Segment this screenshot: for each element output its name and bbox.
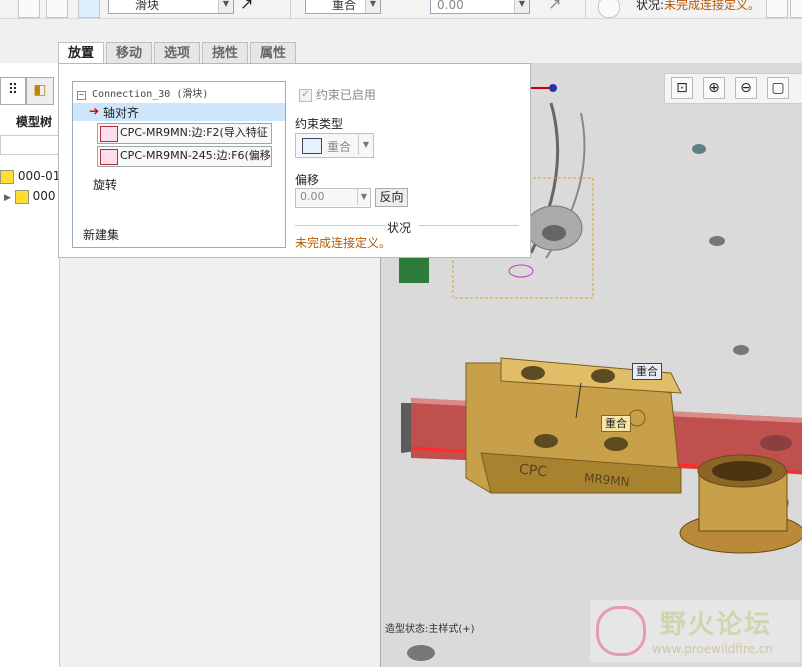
copy-icon[interactable] [46,0,68,18]
zoom-out-icon[interactable]: ⊖ [735,77,757,99]
constraint-type-select[interactable]: 重合 ▼ [305,0,381,14]
model-tree-panel: ⠿ ◧ 模型树 000-01 ▶ 000 [0,63,60,667]
component-type-select[interactable]: 滑块 ▼ [108,0,234,14]
constraint-enabled-checkbox[interactable]: ✓ 约束已启用 [299,86,376,103]
layers-icon[interactable]: ◧ [26,77,54,105]
toolbar-status: 状况:未完成连接定义。 [636,0,761,12]
tab-flexibility[interactable]: 挠性 [202,42,248,63]
tree-item-root[interactable]: 000-01 [0,169,60,185]
checkmark-icon: ✓ [299,89,312,102]
constraint-type-dropdown[interactable]: 重合 ▼ [295,133,374,158]
constraint-set-list: − Connection_30 (滑块) ➔ 轴对齐 CPC-MR9MN:边:F… [72,81,286,248]
chevron-down-icon: ▼ [514,0,529,13]
pause-icon[interactable] [766,0,788,18]
offset-label: 偏移 [295,173,320,187]
watermark-logo-icon [596,606,646,656]
offset-input[interactable]: 0.00 ▼ [430,0,530,14]
new-set-link[interactable]: 新建集 [83,226,119,243]
chevron-down-icon: ▼ [358,134,373,155]
play-icon[interactable] [78,0,100,18]
chevron-down-icon: ▼ [365,0,380,13]
reference-2[interactable]: CPC-MR9MN-245:边:F6(偏移 [97,146,272,167]
edge-reference-icon [100,149,118,165]
constraint-type-label: 约束类型 [295,117,344,131]
arrow-right-icon: ➔ [89,104,100,118]
edge-reference-icon [100,126,118,142]
connection-node[interactable]: − Connection_30 (滑块) [77,85,208,100]
offset-field[interactable]: 0.00 ▼ [295,188,371,208]
part-icon [14,189,29,204]
placement-panel: − Connection_30 (滑块) ➔ 轴对齐 CPC-MR9MN:边:F… [58,63,531,258]
divider [419,225,519,226]
watermark: 野火论坛 www.proewildfire.cn [590,600,800,662]
toolbar-divider [290,0,291,18]
tab-options[interactable]: 选项 [154,42,200,63]
zoom-in-icon[interactable]: ⊕ [703,77,725,99]
flip-button[interactable]: 反向 [375,188,408,207]
chevron-down-icon: ▼ [218,0,233,13]
view-toolbar: ⊡ ⊕ ⊖ ▢ [664,73,802,104]
crosshair-icon[interactable] [598,0,620,18]
tree-tab-icon[interactable]: ⠿ [0,77,26,105]
axis-align-row[interactable]: ➔ 轴对齐 [73,103,285,121]
assembly-icon [0,169,14,184]
collapse-icon[interactable]: − [77,91,86,100]
top-toolbar: 滑块 ▼ ↗ 重合 ▼ 0.00 ▼ ↗ 状况:未完成连接定义。 [0,0,802,19]
status-message: 未完成连接定义。 [295,236,392,250]
flip-arrow-icon[interactable]: ↗ [548,0,561,13]
expand-arrow-icon[interactable]: ▶ [4,193,11,203]
coincident-icon [302,138,322,154]
divider [295,225,387,226]
reference-1[interactable]: CPC-MR9MN:边:F2(导入特征 [97,123,272,144]
tree-item-child[interactable]: ▶ 000 [4,189,55,205]
toolbar-divider [585,0,586,18]
flip-arrow-icon[interactable]: ↗ [240,0,253,13]
watermark-name: 野火论坛 [660,610,773,640]
preview-icon[interactable] [790,0,802,18]
tree-filter-input[interactable] [0,135,60,155]
rotation-item[interactable]: 旋转 [93,176,117,193]
rail-text-brand: CPC [518,461,548,481]
tab-move[interactable]: 移动 [106,42,152,63]
tab-placement[interactable]: 放置 [58,42,104,65]
watermark-url: www.proewildfire.cn [652,642,773,656]
chevron-down-icon: ▼ [357,189,370,205]
model-state-text: 造型状态:主样式(+) [385,624,475,635]
refit-icon[interactable]: ⊡ [671,77,693,99]
constraint-tag-mid[interactable]: 重合 [601,415,631,432]
edit-icon[interactable] [18,0,40,18]
view-orientation-icon[interactable]: ▢ [767,77,789,99]
model-tree-title: 模型树 [16,115,53,129]
constraint-tag-top[interactable]: 重合 [632,363,662,380]
tab-properties[interactable]: 属性 [250,42,296,63]
